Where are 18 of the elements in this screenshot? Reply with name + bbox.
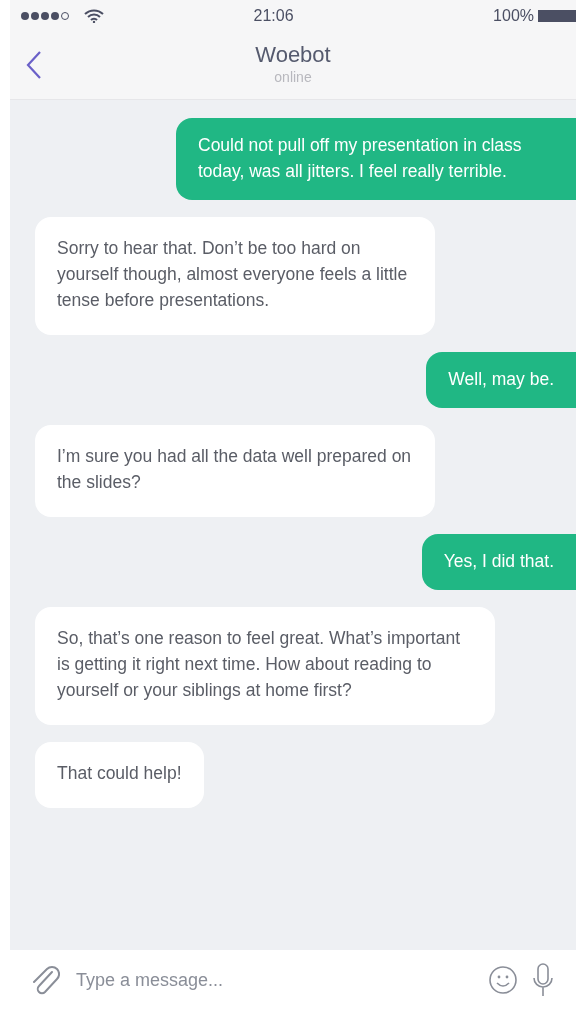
back-icon[interactable] bbox=[26, 50, 42, 80]
battery-icon bbox=[538, 10, 576, 22]
paperclip-icon[interactable] bbox=[30, 964, 60, 996]
status-text: online bbox=[274, 68, 312, 88]
sent-message: Yes, I did that. bbox=[421, 534, 576, 590]
chat-title: Woebot bbox=[255, 42, 331, 68]
message-input[interactable]: Type a message... bbox=[74, 965, 474, 995]
received-message: So, that’s one reason to feel great. What’s important is getting it right next time. How about reading to yourself or your siblings at home first? bbox=[35, 607, 495, 725]
sent-message: Could not pull off my presentation in class today, was all jitters. I feel really terrible. bbox=[176, 118, 576, 200]
battery-percent: 100% bbox=[493, 6, 534, 26]
received-message: I’m sure you had all the data well prepared on the slides? bbox=[35, 425, 435, 517]
microphone-icon[interactable] bbox=[532, 963, 554, 997]
emoji-icon[interactable] bbox=[488, 965, 518, 995]
received-message: Sorry to hear that. Don’t be too hard on yourself though, almost everyone feels a little tense before presentations. bbox=[35, 217, 435, 335]
wifi-icon bbox=[84, 9, 104, 23]
sent-message: Well, may be. bbox=[426, 352, 576, 408]
received-message: That could help! bbox=[35, 742, 204, 808]
status-time: 21:06 bbox=[253, 7, 294, 24]
